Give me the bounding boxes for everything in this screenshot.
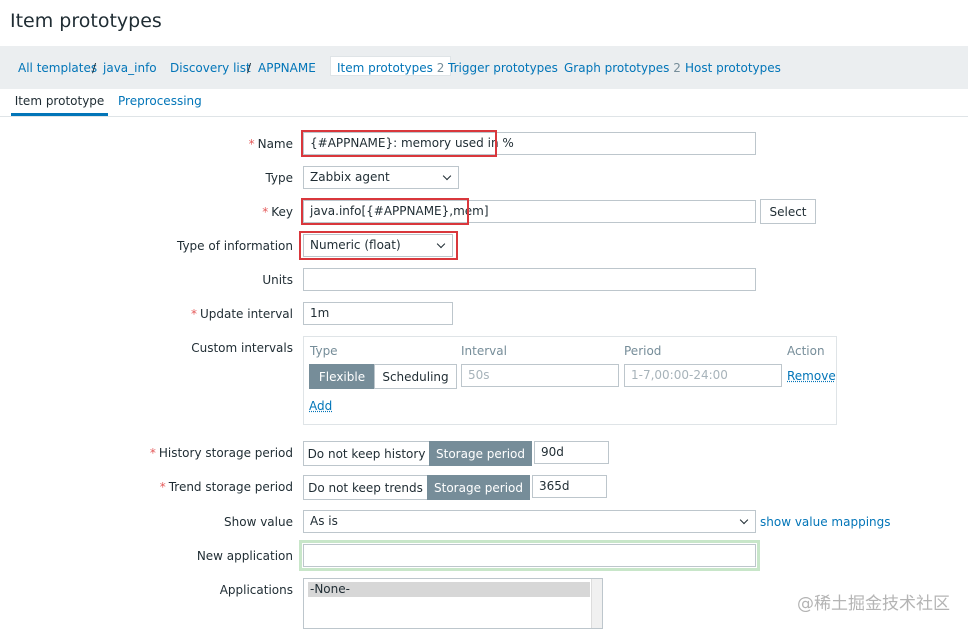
trend-storage-period-toggle[interactable]: Storage period — [427, 475, 530, 500]
breadcrumb-discovery-rule[interactable]: APPNAME — [258, 61, 316, 75]
key-select-button[interactable]: Select — [760, 199, 816, 224]
history-period-input[interactable]: 90d — [534, 441, 609, 464]
remove-interval-link[interactable]: Remove — [787, 369, 836, 383]
show-value-mappings-link[interactable]: show value mappings — [760, 515, 891, 529]
history-storage-period-toggle[interactable]: Storage period — [429, 441, 532, 466]
update-interval-input[interactable]: 1m — [303, 302, 453, 325]
key-label: * Key — [262, 205, 293, 219]
breadcrumb-discovery-list[interactable]: Discovery list — [170, 61, 251, 75]
scheduling-toggle[interactable]: Scheduling — [374, 364, 457, 389]
highlight-box — [301, 130, 497, 157]
trend-do-not-keep-toggle[interactable]: Do not keep trends — [303, 475, 428, 500]
breadcrumb: All templates / java_info Discovery list… — [0, 46, 968, 89]
show-value-select[interactable]: As is — [303, 510, 756, 533]
type-label: Type — [265, 171, 293, 185]
nav-graph-prototypes-count: 2 — [673, 61, 681, 75]
nav-graph-prototypes-label: Graph prototypes — [564, 61, 670, 75]
trend-storage-period-label: * Trend storage period — [159, 480, 293, 494]
applications-listbox[interactable]: -None- — [303, 578, 603, 629]
custom-intervals-type-header: Type — [310, 344, 338, 358]
units-label: Units — [262, 273, 293, 287]
tab-preprocessing[interactable]: Preprocessing — [118, 94, 202, 108]
new-application-input[interactable] — [303, 544, 756, 567]
nav-graph-prototypes[interactable]: Graph prototypes 2 — [564, 61, 681, 75]
highlight-box — [301, 198, 469, 225]
applications-option[interactable]: -None- — [308, 582, 590, 597]
type-select[interactable]: Zabbix agent — [303, 166, 459, 189]
form-tabs: Item prototype Preprocessing — [0, 90, 968, 117]
custom-period-input[interactable]: 1-7,00:00-24:00 — [624, 364, 782, 387]
trend-period-input[interactable]: 365d — [532, 475, 607, 498]
breadcrumb-all-templates[interactable]: All templates — [18, 61, 97, 75]
applications-label: Applications — [219, 583, 293, 597]
show-value-label: Show value — [224, 515, 293, 529]
highlight-box — [299, 231, 458, 260]
nav-item-prototypes-label: Item prototypes — [337, 61, 433, 75]
watermark: @稀土掘金技术社区 — [797, 594, 950, 614]
custom-intervals-label: Custom intervals — [191, 341, 293, 355]
breadcrumb-separator: / — [92, 61, 97, 75]
add-interval-link[interactable]: Add — [309, 399, 332, 413]
name-label: * Name — [248, 137, 293, 151]
nav-trigger-prototypes[interactable]: Trigger prototypes — [448, 61, 558, 75]
breadcrumb-template[interactable]: java_info — [103, 61, 157, 75]
history-do-not-keep-toggle[interactable]: Do not keep history — [303, 441, 430, 466]
nav-host-prototypes[interactable]: Host prototypes — [685, 61, 781, 75]
flexible-toggle[interactable]: Flexible — [309, 364, 375, 389]
page-title: Item prototypes — [10, 10, 162, 32]
breadcrumb-separator: / — [247, 61, 252, 75]
tab-item-prototype[interactable]: Item prototype — [11, 94, 108, 116]
new-application-label: New application — [196, 549, 293, 563]
nav-item-prototypes[interactable]: Item prototypes 2 — [330, 56, 452, 76]
history-storage-period-label: * History storage period — [149, 446, 293, 460]
type-of-information-label: Type of information — [176, 239, 293, 253]
custom-interval-input[interactable]: 50s — [461, 364, 619, 387]
custom-intervals-action-header: Action — [787, 344, 825, 358]
units-input[interactable] — [303, 268, 756, 291]
custom-intervals-period-header: Period — [624, 344, 662, 358]
update-interval-label: * Update interval — [190, 307, 293, 321]
listbox-scrollbar[interactable] — [591, 579, 602, 628]
custom-intervals-interval-header: Interval — [461, 344, 507, 358]
custom-intervals-table: Type Interval Period Action Flexible Sch… — [303, 336, 837, 425]
nav-item-prototypes-count: 2 — [436, 61, 445, 75]
